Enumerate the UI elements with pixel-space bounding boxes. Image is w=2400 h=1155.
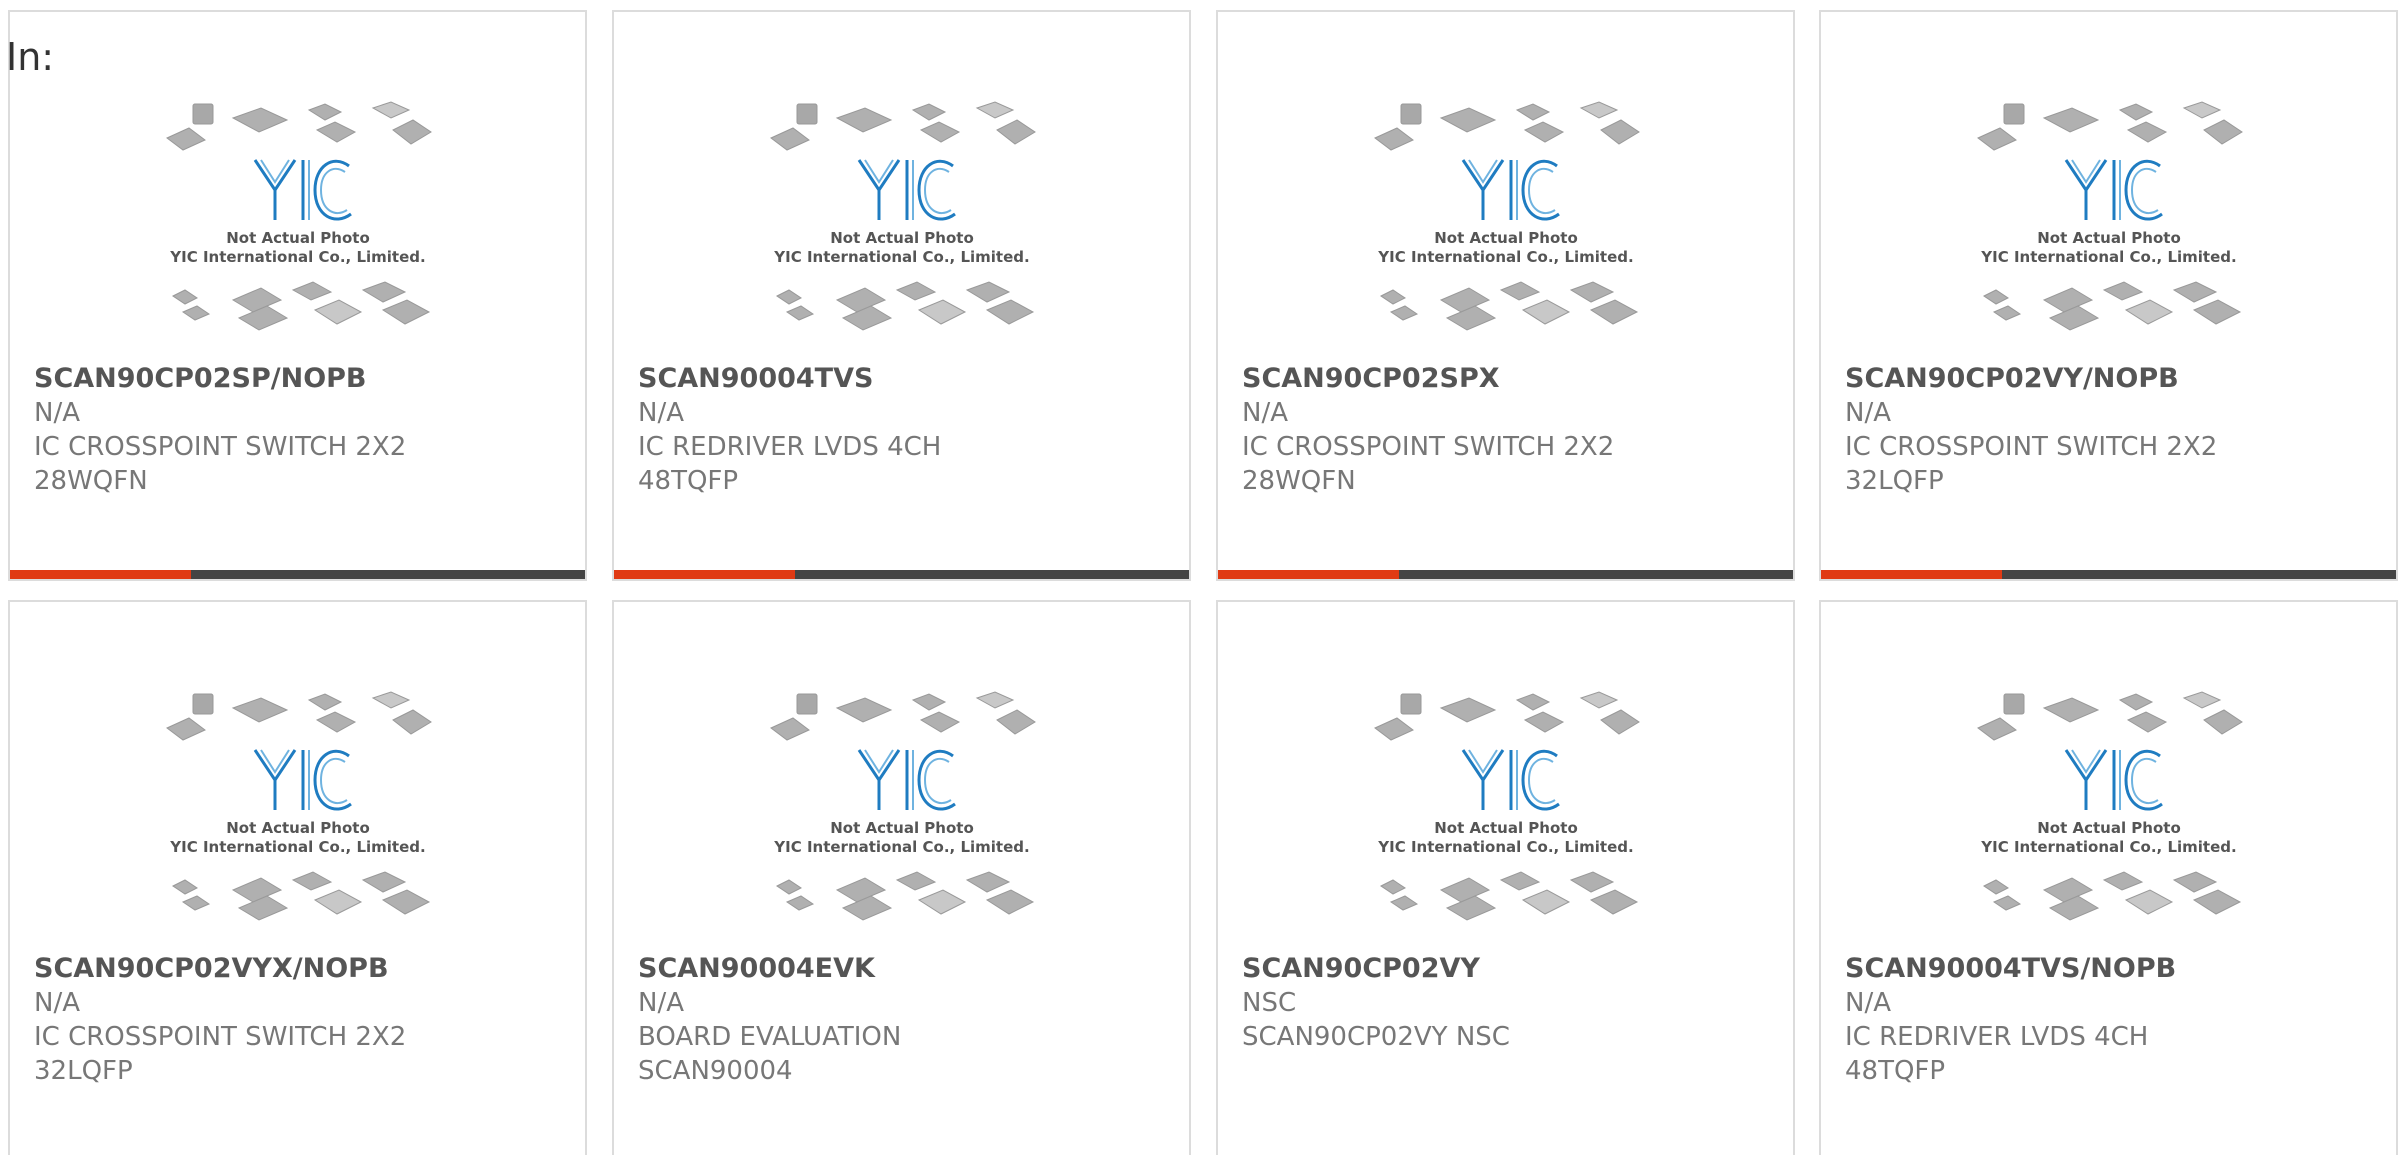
card-accent-bar [1218, 570, 1400, 579]
product-text: SCAN90CP02SP/NOPB N/A IC CROSSPOINT SWIT… [34, 362, 565, 498]
product-photo-placeholder: Not Actual Photo YIC International Co., … [1218, 690, 1793, 940]
product-text: SCAN90004TVS N/A IC REDRIVER LVDS 4CH 48… [638, 362, 1169, 498]
manufacturer: N/A [34, 398, 80, 428]
manufacturer: NSC [1242, 988, 1297, 1018]
not-actual-photo-image: Not Actual Photo YIC International Co., … [165, 691, 432, 921]
photo-caption-line2: YIC International Co., Limited. [1980, 248, 2236, 266]
photo-caption-line1: Not Actual Photo [830, 819, 974, 837]
photo-caption-line2: YIC International Co., Limited. [1377, 248, 1633, 266]
product-text: SCAN90CP02VY NSC SCAN90CP02VY NSC [1242, 952, 1773, 1054]
photo-caption-line1: Not Actual Photo [2037, 229, 2181, 247]
product-card[interactable]: Not Actual Photo YIC International Co., … [612, 600, 1191, 1155]
not-actual-photo-image: Not Actual Photo YIC International Co., … [1373, 691, 1640, 921]
not-actual-photo-image: Not Actual Photo YIC International Co., … [1373, 101, 1640, 331]
product-text: SCAN90CP02VY/NOPB N/A IC CROSSPOINT SWIT… [1845, 362, 2376, 498]
part-number[interactable]: SCAN90CP02VYX/NOPB [34, 952, 565, 986]
part-number[interactable]: SCAN90004EVK [638, 952, 1169, 986]
product-text: SCAN90CP02VYX/NOPB N/A IC CROSSPOINT SWI… [34, 952, 565, 1088]
manufacturer: N/A [1242, 398, 1288, 428]
card-bottom-bar [1218, 570, 1793, 579]
product-card[interactable]: Not Actual Photo YIC International Co., … [1216, 10, 1795, 581]
manufacturer: N/A [638, 398, 684, 428]
part-number[interactable]: SCAN90CP02VY/NOPB [1845, 362, 2376, 396]
page: Not Actual Photo YIC International Co., … [0, 0, 2400, 1155]
product-text: SCAN90004EVK N/A BOARD EVALUATION SCAN90… [638, 952, 1169, 1088]
photo-caption-line2: YIC International Co., Limited. [773, 838, 1029, 856]
not-actual-photo-image: Not Actual Photo YIC International Co., … [1976, 101, 2243, 331]
part-number[interactable]: SCAN90CP02SPX [1242, 362, 1773, 396]
description: IC CROSSPOINT SWITCH 2X2 28WQFN [1242, 432, 1615, 496]
part-number[interactable]: SCAN90004TVS [638, 362, 1169, 396]
product-card[interactable]: Not Actual Photo YIC International Co., … [1819, 600, 2398, 1155]
photo-caption-line1: Not Actual Photo [830, 229, 974, 247]
product-photo-placeholder: Not Actual Photo YIC International Co., … [614, 100, 1189, 350]
part-number[interactable]: SCAN90004TVS/NOPB [1845, 952, 2376, 986]
in-label: In: [6, 35, 55, 79]
product-photo-placeholder: Not Actual Photo YIC International Co., … [10, 100, 585, 350]
product-photo-placeholder: Not Actual Photo YIC International Co., … [614, 690, 1189, 940]
not-actual-photo-image: Not Actual Photo YIC International Co., … [1976, 691, 2243, 921]
description: IC CROSSPOINT SWITCH 2X2 32LQFP [1845, 432, 2218, 496]
photo-caption-line2: YIC International Co., Limited. [1980, 838, 2236, 856]
product-photo-placeholder: Not Actual Photo YIC International Co., … [1821, 100, 2396, 350]
part-number[interactable]: SCAN90CP02VY [1242, 952, 1773, 986]
photo-caption-line2: YIC International Co., Limited. [1377, 838, 1633, 856]
card-accent-bar [614, 570, 796, 579]
card-bottom-bar [614, 570, 1189, 579]
photo-caption-line1: Not Actual Photo [226, 229, 370, 247]
product-photo-placeholder: Not Actual Photo YIC International Co., … [1218, 100, 1793, 350]
photo-caption-line1: Not Actual Photo [1434, 819, 1578, 837]
product-card[interactable]: Not Actual Photo YIC International Co., … [612, 10, 1191, 581]
part-number[interactable]: SCAN90CP02SP/NOPB [34, 362, 565, 396]
not-actual-photo-image: Not Actual Photo YIC International Co., … [769, 691, 1036, 921]
photo-caption-line1: Not Actual Photo [1434, 229, 1578, 247]
card-bottom-bar [10, 570, 585, 579]
photo-caption-line2: YIC International Co., Limited. [773, 248, 1029, 266]
manufacturer: N/A [34, 988, 80, 1018]
card-bottom-bar [1821, 570, 2396, 579]
description: IC REDRIVER LVDS 4CH 48TQFP [638, 432, 942, 496]
card-accent-bar [10, 570, 192, 579]
photo-caption-line1: Not Actual Photo [226, 819, 370, 837]
product-card[interactable]: Not Actual Photo YIC International Co., … [8, 600, 587, 1155]
description: SCAN90CP02VY NSC [1242, 1022, 1510, 1052]
product-photo-placeholder: Not Actual Photo YIC International Co., … [1821, 690, 2396, 940]
manufacturer: N/A [1845, 988, 1891, 1018]
photo-caption-line2: YIC International Co., Limited. [169, 838, 425, 856]
product-card[interactable]: Not Actual Photo YIC International Co., … [1216, 600, 1795, 1155]
manufacturer: N/A [1845, 398, 1891, 428]
photo-caption-line1: Not Actual Photo [2037, 819, 2181, 837]
not-actual-photo-image: Not Actual Photo YIC International Co., … [769, 101, 1036, 331]
photo-caption-line2: YIC International Co., Limited. [169, 248, 425, 266]
description: IC CROSSPOINT SWITCH 2X2 32LQFP [34, 1022, 407, 1086]
product-text: SCAN90CP02SPX N/A IC CROSSPOINT SWITCH 2… [1242, 362, 1773, 498]
product-text: SCAN90004TVS/NOPB N/A IC REDRIVER LVDS 4… [1845, 952, 2376, 1088]
description: BOARD EVALUATION SCAN90004 [638, 1022, 902, 1086]
product-card[interactable]: Not Actual Photo YIC International Co., … [1819, 10, 2398, 581]
not-actual-photo-image: Not Actual Photo YIC International Co., … [165, 101, 432, 331]
manufacturer: N/A [638, 988, 684, 1018]
card-accent-bar [1821, 570, 2003, 579]
description: IC CROSSPOINT SWITCH 2X2 28WQFN [34, 432, 407, 496]
description: IC REDRIVER LVDS 4CH 48TQFP [1845, 1022, 2149, 1086]
product-photo-placeholder: Not Actual Photo YIC International Co., … [10, 690, 585, 940]
product-card[interactable]: Not Actual Photo YIC International Co., … [8, 10, 587, 581]
